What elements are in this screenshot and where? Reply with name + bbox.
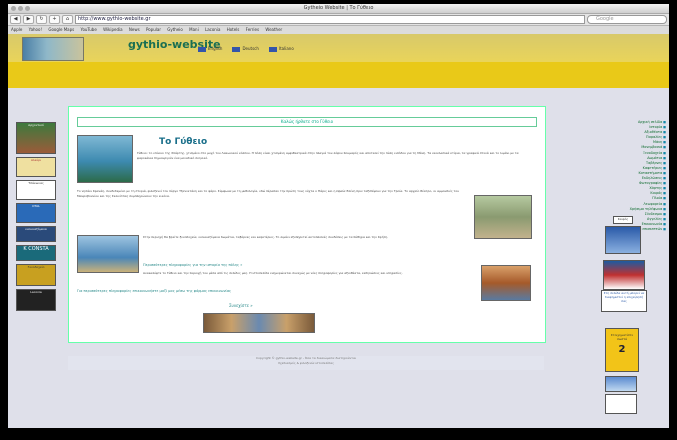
sponsor-banner[interactable]: [605, 376, 637, 392]
banner-photo: [22, 37, 84, 61]
reload-button[interactable]: ↻: [36, 15, 47, 24]
main-content: Καλώς ήρθατε στο Γύθειο Το Γύθειο Γύθειο…: [68, 106, 546, 343]
add-bookmark-button[interactable]: +: [49, 15, 60, 24]
bookmark-item[interactable]: Wikipedia: [103, 27, 123, 32]
ad-banner[interactable]: OTAL: [16, 203, 56, 223]
footer-credits[interactable]: Σχεδιασμός & φιλοξενία ιστοσελίδας: [68, 361, 544, 366]
bookmark-item[interactable]: Ferries: [246, 27, 259, 32]
panorama-photo: [203, 313, 315, 333]
site-footer: Copyright © gythio-website.gr - Όλα τα δ…: [68, 356, 544, 370]
lang-english-link[interactable]: English: [198, 46, 222, 52]
site-header: gythio-website English Deutsch Italiano: [8, 34, 669, 62]
ad-banner[interactable]: Αρχοντικό: [16, 122, 56, 154]
paragraph-3: Στην περιοχή θα βρείτε ξενοδοχεία, ενοικ…: [143, 235, 389, 239]
page-heading: Το Γύθειο: [159, 137, 208, 147]
advertise-box[interactable]: Στη σελίδα αυτή μπορεί να διαφημιστεί η …: [601, 290, 647, 312]
bookmark-item[interactable]: YouTube: [81, 27, 97, 32]
forward-button[interactable]: ▶: [23, 15, 34, 24]
beach-photo: [77, 235, 139, 273]
search-field[interactable]: Google: [587, 15, 667, 24]
bookmark-item[interactable]: Mani: [189, 27, 199, 32]
web-page: gythio-website English Deutsch Italiano …: [8, 34, 669, 428]
lang-german-link[interactable]: Deutsch: [232, 46, 258, 52]
lang-italian-link[interactable]: Italiano: [269, 46, 294, 52]
paragraph-2: Το νησάκι Κρανάη, συνδεδεμένο με τη στερ…: [77, 189, 459, 198]
flag-banner[interactable]: [603, 260, 645, 290]
ad-label: Αλεύρι: [30, 158, 42, 162]
browser-window: Gytheio Website | Το Γύθειο ◀ ▶ ↻ + ⌂ ht…: [8, 4, 669, 428]
bookmark-item[interactable]: Apple: [11, 27, 22, 32]
language-selector: English Deutsch Italiano: [198, 46, 294, 52]
ad-label: ενοικιαζόμενα: [25, 227, 47, 231]
bookmark-item[interactable]: Yahoo!: [29, 27, 42, 32]
address-bar[interactable]: http://www.gythio-website.gr: [75, 15, 585, 24]
back-button[interactable]: ◀: [10, 15, 21, 24]
home-button[interactable]: ⌂: [62, 15, 73, 24]
ad-label: Αρχοντικό: [28, 123, 44, 127]
window-controls[interactable]: [11, 6, 30, 11]
lottery-number: 2: [618, 344, 626, 355]
weather-label: Καιρός: [613, 216, 633, 224]
weather-widget[interactable]: [605, 226, 641, 254]
bookmark-item[interactable]: News: [129, 27, 140, 32]
more-link[interactable]: Συνεχίστε »: [229, 303, 253, 308]
title-bar: Gytheio Website | Το Γύθειο: [8, 4, 669, 14]
intro-paragraph: Γύθειο: το επίνειο της Σπάρτης, χτισμένο…: [77, 151, 525, 160]
lottery-ad[interactable]: Στοιχηματίστε σωστά 2: [605, 328, 639, 372]
paragraph-1: Γύθειο: το επίνειο της Σπάρτης, χτισμένο…: [137, 151, 519, 160]
bookmark-item[interactable]: Google Maps: [48, 27, 74, 32]
ad-banner[interactable]: Τσάκωνας: [16, 180, 56, 200]
ad-label: K CONSTA: [23, 246, 49, 252]
ad-banner[interactable]: Αλεύρι: [16, 157, 56, 177]
left-ads-column: Αρχοντικό Αλεύρι Τσάκωνας OTAL ενοικιαζό…: [16, 122, 56, 314]
bookmark-item[interactable]: Laconia: [205, 27, 220, 32]
bookmark-item[interactable]: Weather: [265, 27, 282, 32]
ad-label: Laconia: [30, 290, 42, 294]
ad-banner[interactable]: K CONSTA: [16, 245, 56, 261]
bookmark-item[interactable]: Gytheio: [167, 27, 183, 32]
header-band: [8, 62, 669, 88]
window-title: Gytheio Website | Το Γύθειο: [303, 5, 374, 11]
paragraph-4: Ανακαλύψτε το Γύθειο και την περιοχή του…: [143, 271, 403, 275]
history-link[interactable]: Περισσότερες πληροφορίες για την ιστορία…: [143, 263, 242, 267]
contact-link[interactable]: Για περισσότερες πληροφορίες επικοινωνήσ…: [77, 289, 231, 293]
ad-label: Ξενοδοχείο: [27, 265, 45, 269]
sunset-photo: [481, 265, 531, 301]
ad-banner[interactable]: Laconia: [16, 289, 56, 311]
browser-toolbar: ◀ ▶ ↻ + ⌂ http://www.gythio-website.gr G…: [8, 14, 669, 26]
lottery-text: Στοιχηματίστε σωστά: [610, 333, 634, 341]
breadcrumb: Καλώς ήρθατε στο Γύθειο: [77, 117, 537, 127]
bookmark-item[interactable]: Hotels: [227, 27, 240, 32]
bookmark-item[interactable]: Popular: [146, 27, 161, 32]
ad-label: OTAL: [32, 204, 40, 208]
ad-banner[interactable]: ενοικιαζόμενα: [16, 226, 56, 242]
ad-banner[interactable]: Ξενοδοχείο: [16, 264, 56, 286]
theatre-photo: [474, 195, 532, 239]
sponsor-banner-2[interactable]: [605, 394, 637, 414]
ad-label: Τσάκωνας: [28, 181, 44, 185]
